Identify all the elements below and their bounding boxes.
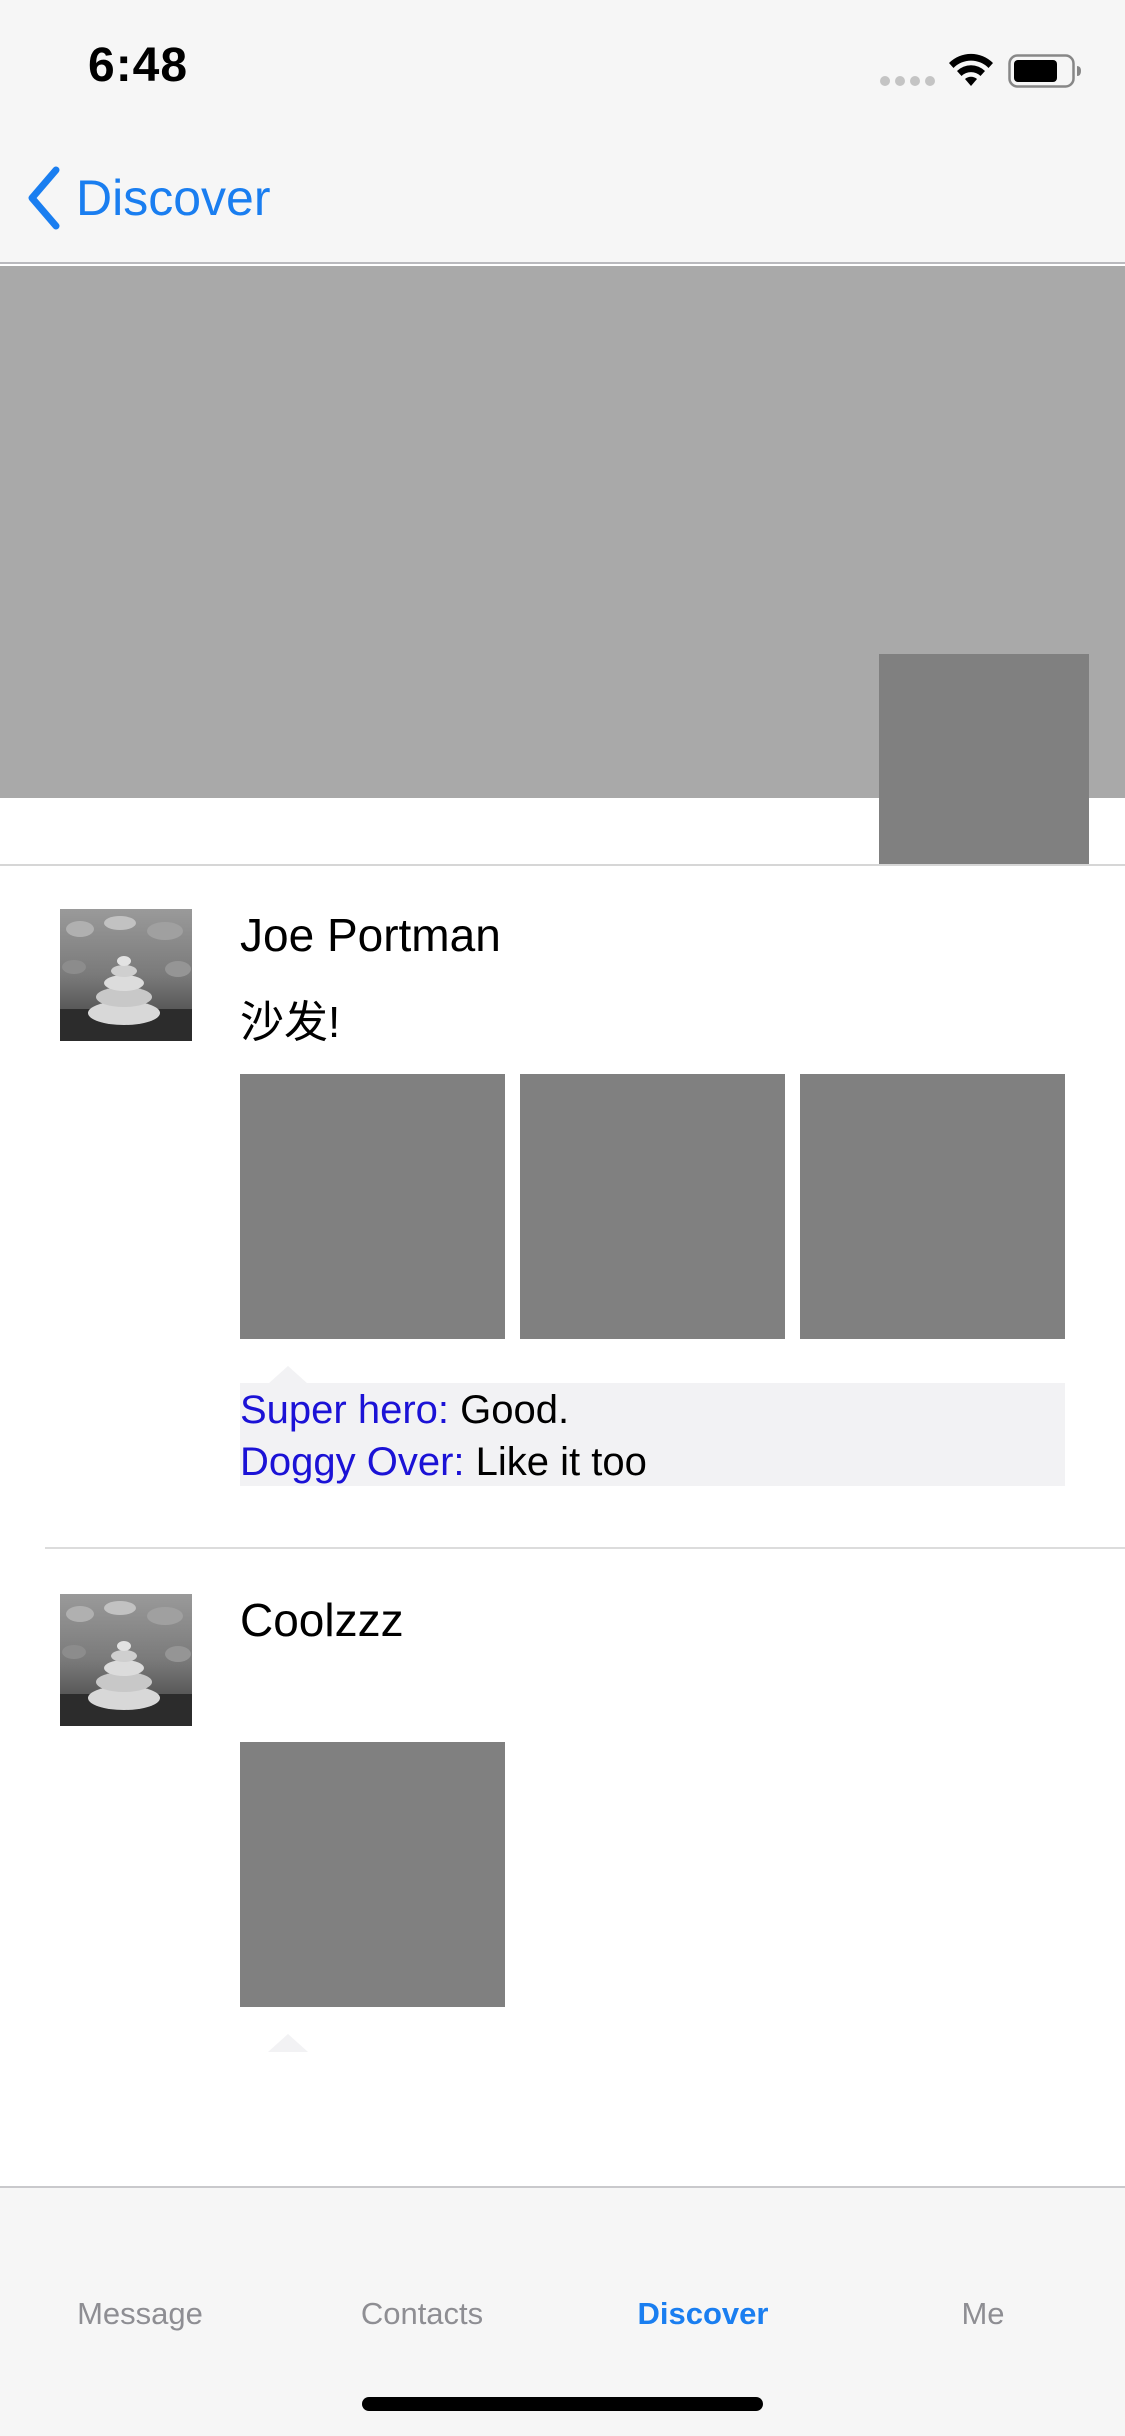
status-bar: 6:48	[0, 0, 1125, 132]
comment-text: Good.	[449, 1388, 570, 1432]
post-avatar[interactable]	[60, 1594, 192, 1726]
tab-me[interactable]: Me	[883, 2296, 1083, 2332]
post-photo[interactable]	[520, 1074, 785, 1339]
tab-discover[interactable]: Discover	[603, 2296, 803, 2332]
stone-stack-avatar-image	[60, 1594, 192, 1726]
battery-icon	[1008, 54, 1081, 88]
post-username[interactable]: Coolzzz	[240, 1593, 404, 1647]
stone-stack-avatar-image	[60, 909, 192, 1041]
moments-screen: 6:48 Discover Joe Portman 沙发! Super hero…	[0, 0, 1125, 2436]
comment-arrow	[268, 1366, 308, 1384]
profile-avatar[interactable]	[879, 654, 1089, 864]
back-button-label: Discover	[76, 170, 271, 226]
navigation-bar: Discover	[0, 132, 1125, 264]
post-divider	[45, 1547, 1125, 1549]
comment[interactable]: Doggy Over: Like it too	[240, 1440, 647, 1485]
comment-author[interactable]: Doggy Over:	[240, 1440, 465, 1484]
chevron-left-icon	[28, 166, 60, 230]
tab-message[interactable]: Message	[40, 2296, 240, 2332]
post-photo[interactable]	[240, 1074, 505, 1339]
comment[interactable]: Super hero: Good.	[240, 1388, 569, 1433]
comments-box: Super hero: Good. Doggy Over: Like it to…	[240, 1383, 1065, 1486]
divider	[0, 864, 1125, 866]
post-username[interactable]: Joe Portman	[240, 908, 501, 962]
back-button[interactable]: Discover	[24, 162, 270, 234]
post-photo[interactable]	[240, 1742, 505, 2007]
comment-author[interactable]: Super hero:	[240, 1388, 449, 1432]
post-text: 沙发!	[240, 998, 341, 1047]
tab-contacts[interactable]: Contacts	[322, 2296, 522, 2332]
cellular-signal-icon	[880, 76, 936, 88]
home-indicator	[362, 2397, 763, 2411]
comment-arrow	[268, 2034, 308, 2052]
post-photo[interactable]	[800, 1074, 1065, 1339]
status-time: 6:48	[88, 39, 189, 92]
wifi-icon	[949, 53, 993, 86]
post-avatar[interactable]	[60, 909, 192, 1041]
comment-text: Like it too	[464, 1440, 647, 1484]
